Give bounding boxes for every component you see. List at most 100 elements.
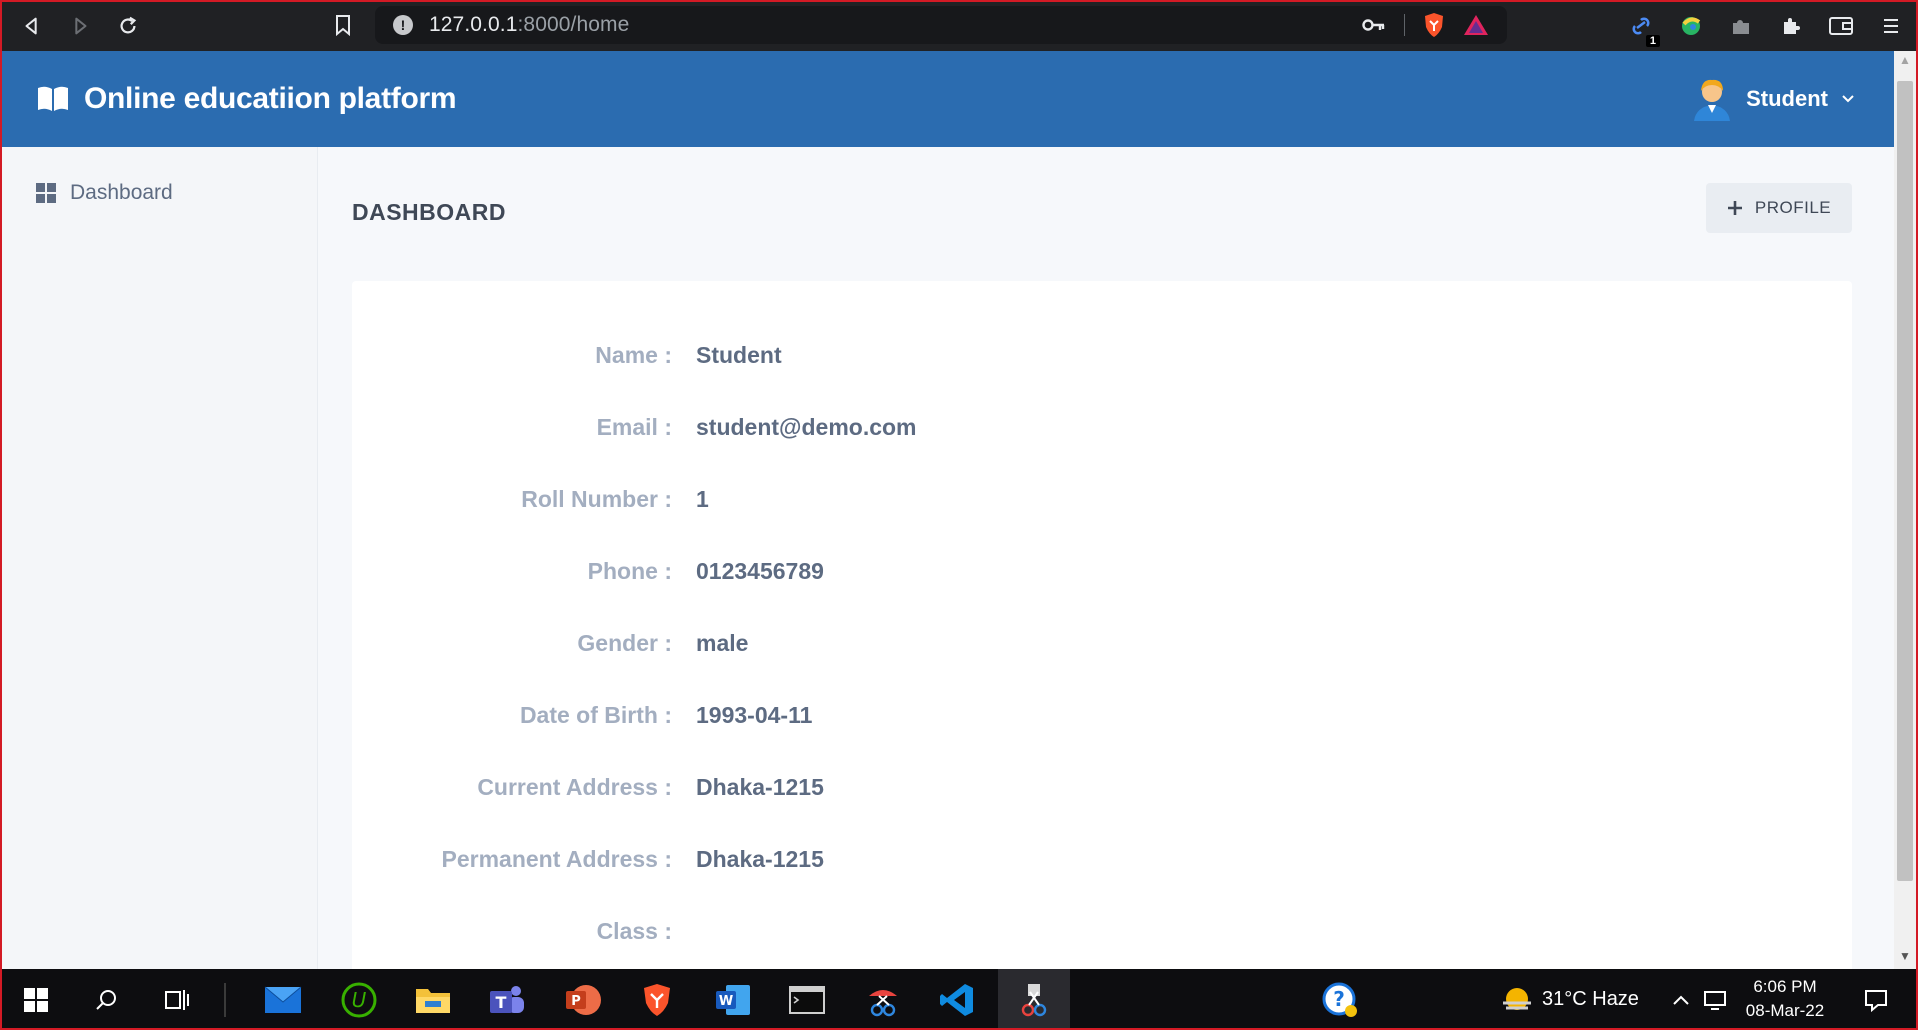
task-view-button[interactable] [156,969,200,1030]
field-label: Roll Number : [521,485,672,512]
task-view-icon [165,989,189,1010]
help-icon: ? [1322,982,1357,1017]
brave-shield-icon[interactable] [1423,12,1445,38]
search-icon [96,989,116,1010]
upwork-icon: U [341,982,377,1017]
scroll-thumb[interactable] [1897,81,1913,881]
scroll-up-arrow-icon[interactable]: ▲ [1894,53,1916,71]
field-row-permanent-address: Permanent Address : Dhaka-1215 [352,839,1852,879]
field-row-class: Class : [352,911,1852,951]
help-button[interactable]: ? [1318,969,1362,1030]
page-scrollbar[interactable]: ▲ ▼ [1894,51,1916,969]
taskbar-app-mail[interactable] [256,969,310,1030]
taskbar-app-vscode[interactable] [930,969,984,1030]
snip-sketch-icon [1021,983,1047,1016]
notifications-button[interactable] [1856,969,1896,1030]
taskbar-app-powerpoint[interactable]: P [556,969,610,1030]
tray-expand-button[interactable] [1666,969,1696,1030]
weather-widget-icon[interactable] [1496,969,1538,1030]
search-button[interactable] [84,969,128,1030]
sidebar: Dashboard [2,147,318,969]
field-value: Student [696,341,782,368]
field-label: Class : [596,917,672,944]
start-button[interactable] [14,969,58,1030]
powerpoint-icon: P [566,984,601,1015]
extension-link-icon[interactable]: 1 [1628,13,1660,47]
field-value: student@demo.com [696,413,917,440]
notification-icon [1865,989,1887,1012]
scroll-down-arrow-icon[interactable]: ▼ [1894,949,1916,967]
taskbar-app-terminal[interactable] [780,969,834,1030]
user-avatar-icon [1694,79,1731,121]
bookmark-icon [336,15,350,36]
brave-rewards-icon[interactable] [1463,14,1489,36]
taskbar-clock[interactable]: 6:06 PM 08-Mar-22 [1730,975,1840,1023]
taskbar-app-snipping[interactable] [856,969,910,1030]
profile-button[interactable]: PROFILE [1706,183,1852,233]
user-name: Student [1746,86,1828,111]
clock-time: 6:06 PM [1753,977,1817,996]
field-value: 0123456789 [696,557,824,584]
back-button[interactable] [8,0,56,51]
profile-button-label: PROFILE [1754,198,1832,217]
field-label: Email : [596,413,672,440]
wallet-icon[interactable] [1828,13,1854,39]
svg-text:?: ? [1333,987,1345,1011]
reload-button[interactable] [104,0,152,51]
extension-color-icon[interactable] [1678,13,1704,39]
browser-menu-icon[interactable] [1878,13,1904,39]
taskbar-app-snip-active[interactable] [998,969,1070,1030]
forward-button[interactable] [56,0,104,51]
field-value: 1 [696,485,709,512]
url-path: :8000/home [517,13,630,36]
field-label: Name : [595,341,672,368]
svg-text:W: W [719,994,733,1009]
separator [1404,14,1405,36]
svg-text:P: P [571,994,581,1009]
field-row-gender: Gender : male [352,623,1852,663]
taskbar-app-brave[interactable] [630,969,684,1030]
key-icon[interactable] [1362,18,1386,32]
user-menu[interactable]: Student [1690,51,1856,147]
bookmark-button[interactable] [326,8,360,42]
taskbar-app-teams[interactable]: T [480,969,534,1030]
url-host: 127.0.0.1 [429,13,518,36]
site-info-icon[interactable]: ! [393,15,413,35]
taskbar: U T P W ? 31°C Haze 6:06 PM 08-Mar-22 [0,969,1918,1030]
address-bar[interactable]: ! 127.0.0.1:8000/home [375,6,1507,44]
sidebar-item-label: Dashboard [70,181,173,204]
extensions-menu-icon[interactable] [1778,13,1804,39]
haze-sun-icon [1503,987,1531,1010]
field-value: Dhaka-1215 [696,773,824,800]
field-row-name: Name : Student [352,335,1852,375]
brave-browser-icon [644,983,670,1016]
app-title[interactable]: Online educatiion platform [84,82,457,116]
snipping-tool-icon [869,989,897,1016]
chevron-down-icon [1842,95,1854,103]
weather-text[interactable]: 31°C Haze [1542,969,1654,1030]
taskbar-app-upwork[interactable]: U [332,969,386,1030]
book-logo-icon [38,86,68,111]
field-row-phone: Phone : 0123456789 [352,551,1852,591]
vscode-icon [940,983,973,1016]
chevron-up-icon [1673,995,1689,1005]
dashboard-grid-icon [36,183,56,203]
taskbar-app-file-explorer[interactable] [406,969,460,1030]
back-arrow-icon [25,17,37,34]
extension-puzzle-gray-icon[interactable] [1728,13,1754,39]
network-button[interactable] [1700,969,1730,1030]
field-label: Gender : [577,629,672,656]
sidebar-item-dashboard[interactable]: Dashboard [36,181,173,205]
clock-date: 08-Mar-22 [1745,1001,1825,1020]
terminal-icon [789,985,825,1014]
mail-icon [264,986,302,1013]
field-value: Dhaka-1215 [696,845,824,872]
url-text[interactable]: 127.0.0.1:8000/home [429,13,629,37]
field-row-current-address: Current Address : Dhaka-1215 [352,767,1852,807]
field-value: 1993-04-11 [696,701,813,728]
field-label: Phone : [587,557,672,584]
svg-text:T: T [496,993,507,1012]
plus-icon [1727,201,1742,215]
forward-arrow-icon [75,17,87,34]
taskbar-app-word[interactable]: W [706,969,760,1030]
